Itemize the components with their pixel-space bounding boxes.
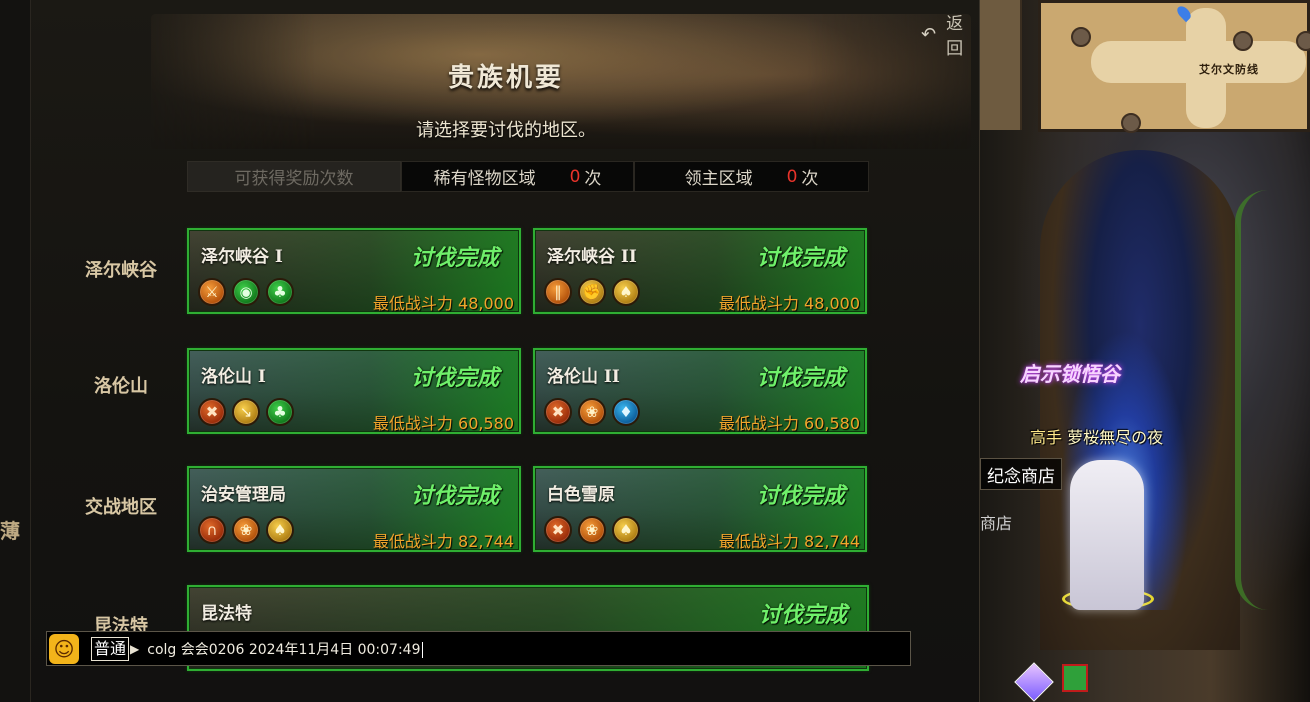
dungeon-name: 白色雪原 xyxy=(547,485,615,505)
status-complete: 讨伐完成 xyxy=(756,483,845,509)
boss-count: 0 xyxy=(786,166,798,187)
region-label-zeal: 泽尔峡谷 xyxy=(85,260,157,281)
monster-icons: ✖ ↘ ♣ xyxy=(198,398,294,426)
monster-icons: ⚔ ◉ ♣ xyxy=(198,278,294,306)
dungeon-card-zeal-1[interactable]: 泽尔峡谷 I 讨伐完成 ⚔ ◉ ♣ 最低战斗力 48,000 xyxy=(187,228,521,314)
dungeon-card-loren-1[interactable]: 洛伦山 I 讨伐完成 ✖ ↘ ♣ 最低战斗力 60,580 xyxy=(187,348,521,434)
spade-icon: ♠ xyxy=(612,516,640,544)
player-nameplate: 高手 萝桜無尽の夜 xyxy=(1030,424,1163,448)
reward-count-label: 可获得奖励次数 xyxy=(187,161,401,192)
min-power: 最低战斗力 48,000 xyxy=(372,294,514,313)
player-rank: 高手 xyxy=(1030,428,1063,447)
boss-area-count: 领主区域 0 次 xyxy=(634,161,869,192)
left-edge-strip: 薄 xyxy=(0,0,30,702)
minimap[interactable]: 艾尔文防线 xyxy=(1038,0,1310,133)
boss-unit: 次 xyxy=(801,169,819,189)
dungeon-name: 洛伦山 II xyxy=(547,367,620,387)
dungeon-name: 昆法特 xyxy=(201,604,252,624)
back-label: 返回 xyxy=(946,14,964,59)
chat-bar: ☺ 普通 ▶ colg 会会0206 2024年11月4日 00:07:49 xyxy=(46,631,911,666)
status-complete: 讨伐完成 xyxy=(756,365,845,391)
npc-marker-icon xyxy=(1296,31,1310,51)
torch-icon: ❀ xyxy=(578,516,606,544)
souvenir-shop-sign[interactable]: 纪念商店 xyxy=(980,458,1062,490)
rare-label: 稀有怪物区域 xyxy=(433,169,536,189)
monster-icons: ∥ ✊ ♠ xyxy=(544,278,640,306)
diamond-icon: ♦ xyxy=(612,398,640,426)
channel-arrow-icon[interactable]: ▶ xyxy=(130,642,139,656)
crossed-swords-icon: ✖ xyxy=(198,398,226,426)
shop-building xyxy=(980,0,1022,130)
page-subtitle: 请选择要讨伐的地区。 xyxy=(416,120,596,141)
emoticon-button[interactable]: ☺ xyxy=(49,633,79,664)
rare-count: 0 xyxy=(569,166,581,187)
region-label-warzone: 交战地区 xyxy=(85,497,157,518)
figure-icon: ∩ xyxy=(198,516,226,544)
monster-icons: ∩ ❀ ♠ xyxy=(198,516,294,544)
page-title: 贵族机要 xyxy=(447,63,564,93)
status-complete: 讨伐完成 xyxy=(410,483,499,509)
shop-sign[interactable]: 商店 xyxy=(980,510,1012,534)
min-power: 最低战斗力 48,000 xyxy=(718,294,860,313)
player-name: 萝桜無尽の夜 xyxy=(1067,428,1164,447)
noble-mission-panel: ↶ 返回 贵族机要 请选择要讨伐的地区。 可获得奖励次数 稀有怪物区域 0 次 … xyxy=(30,0,980,702)
monster-icons: ✖ ❀ ♠ xyxy=(544,516,640,544)
torch-icon: ❀ xyxy=(578,398,606,426)
back-button[interactable]: ↶ 返回 xyxy=(921,9,979,59)
game-world-view: 艾尔文防线 启示锁悟谷 高手 萝桜無尽の夜 纪念商店 商店 xyxy=(980,0,1310,702)
min-power: 最低战斗力 82,744 xyxy=(718,532,860,551)
rare-monster-count: 稀有怪物区域 0 次 xyxy=(401,161,634,192)
min-power: 最低战斗力 60,580 xyxy=(372,414,514,433)
dungeon-name: 洛伦山 I xyxy=(201,367,266,387)
min-power: 最低战斗力 60,580 xyxy=(718,414,860,433)
vine-decoration xyxy=(1235,190,1301,610)
return-arrow-icon: ↶ xyxy=(921,23,937,45)
player-character[interactable] xyxy=(1070,460,1144,610)
portal-name: 启示锁悟谷 xyxy=(1020,362,1120,386)
crystal-icon[interactable] xyxy=(1014,662,1054,702)
torch-icon: ❀ xyxy=(232,516,260,544)
claw-icon: ∥ xyxy=(544,278,572,306)
npc-marker-icon xyxy=(1233,31,1253,51)
club-icon: ♣ xyxy=(266,278,294,306)
crossed-swords-icon: ✖ xyxy=(544,516,572,544)
dungeon-name: 治安管理局 xyxy=(201,485,286,505)
npc-marker-icon xyxy=(1121,113,1141,133)
spade-icon: ♠ xyxy=(612,278,640,306)
chat-channel-selector[interactable]: 普通 xyxy=(91,636,130,661)
spade-icon: ♠ xyxy=(266,516,294,544)
dungeon-card-loren-2[interactable]: 洛伦山 II 讨伐完成 ✖ ❀ ♦ 最低战斗力 60,580 xyxy=(533,348,867,434)
dungeon-card-zeal-2[interactable]: 泽尔峡谷 II 讨伐完成 ∥ ✊ ♠ 最低战斗力 48,000 xyxy=(533,228,867,314)
monster-icons: ✖ ❀ ♦ xyxy=(544,398,640,426)
dungeon-name: 泽尔峡谷 II xyxy=(547,247,637,267)
npc-marker-icon xyxy=(1071,27,1091,47)
boot-icon: ↘ xyxy=(232,398,260,426)
club-icon: ♣ xyxy=(266,398,294,426)
gift-box-icon[interactable] xyxy=(1062,664,1088,692)
region-label-loren: 洛伦山 xyxy=(94,376,148,397)
status-complete: 讨伐完成 xyxy=(756,245,845,271)
eye-icon: ◉ xyxy=(232,278,260,306)
dungeon-name: 泽尔峡谷 I xyxy=(201,247,283,267)
cut-off-text: 薄 xyxy=(0,519,20,543)
text-caret xyxy=(421,641,423,658)
status-complete: 讨伐完成 xyxy=(410,365,499,391)
status-complete: 讨伐完成 xyxy=(758,602,847,628)
boss-label: 领主区域 xyxy=(684,169,753,189)
ranger-icon: ⚔ xyxy=(198,278,226,306)
minimap-location-label: 艾尔文防线 xyxy=(1199,63,1259,76)
dungeon-card-security-office[interactable]: 治安管理局 讨伐完成 ∩ ❀ ♠ 最低战斗力 82,744 xyxy=(187,466,521,552)
min-power: 最低战斗力 82,744 xyxy=(372,532,514,551)
fist-icon: ✊ xyxy=(578,278,606,306)
chat-input[interactable]: colg 会会0206 2024年11月4日 00:07:49 xyxy=(147,639,423,659)
rare-unit: 次 xyxy=(584,169,602,189)
dungeon-card-white-snowfield[interactable]: 白色雪原 讨伐完成 ✖ ❀ ♠ 最低战斗力 82,744 xyxy=(533,466,867,552)
status-complete: 讨伐完成 xyxy=(410,245,499,271)
crossed-swords-icon: ✖ xyxy=(544,398,572,426)
